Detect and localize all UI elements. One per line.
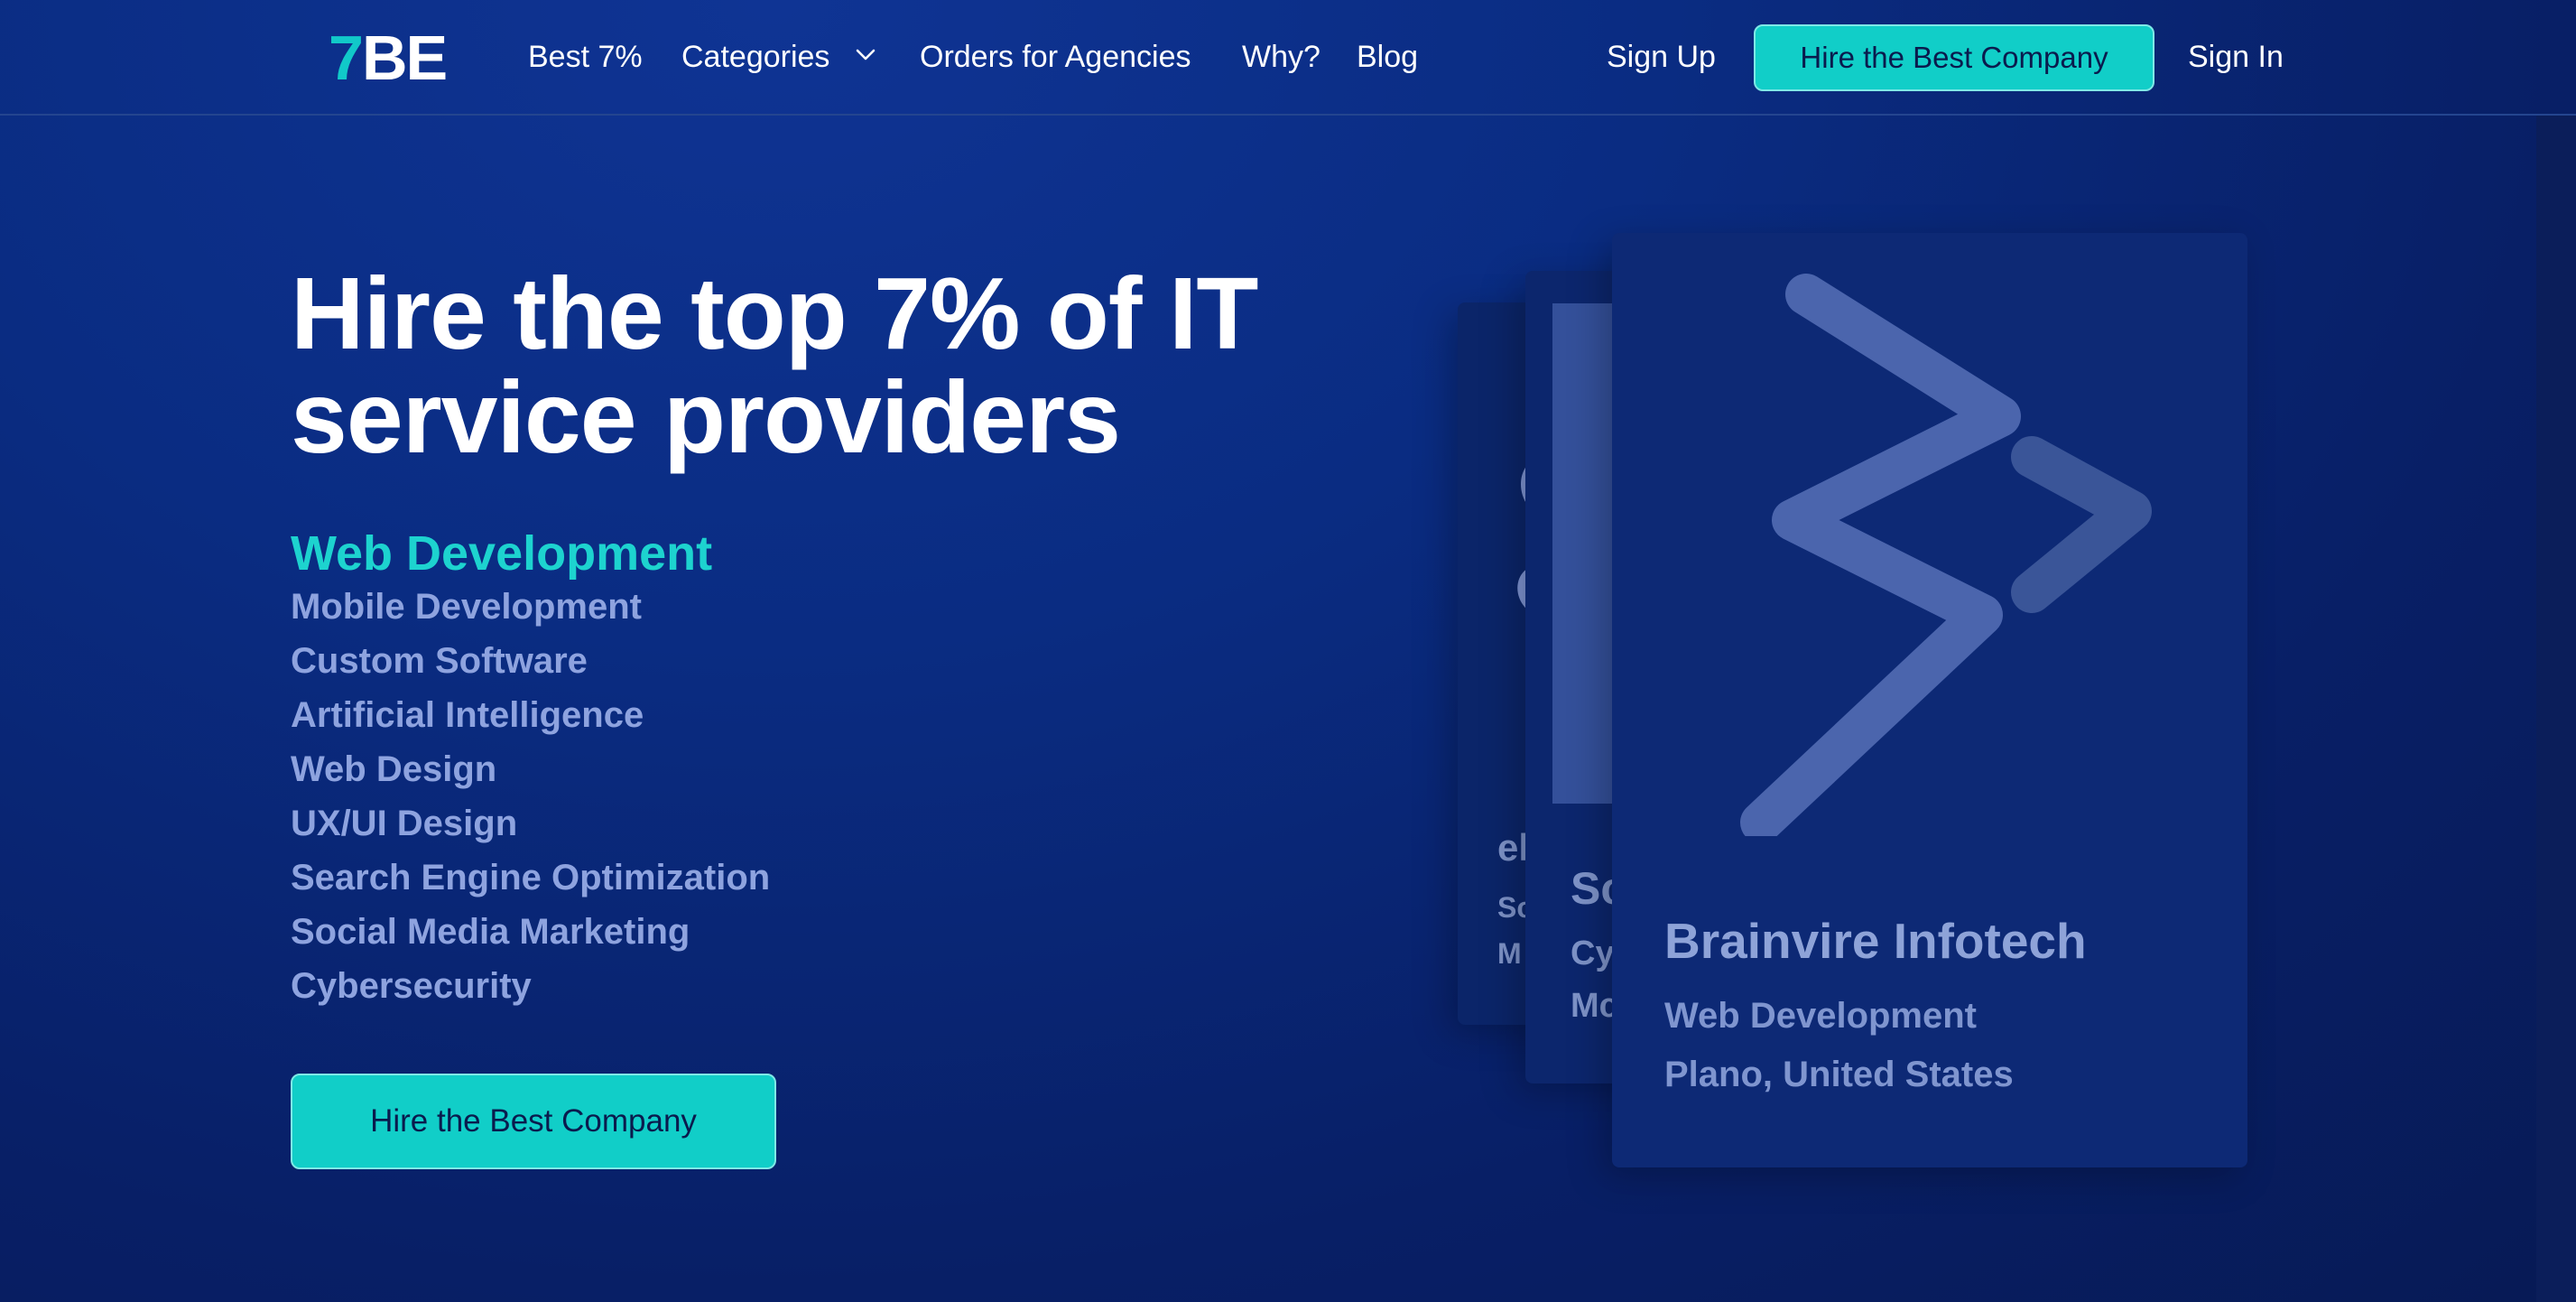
category-item[interactable]: Artificial Intelligence bbox=[291, 688, 770, 742]
logo-be: BE bbox=[361, 23, 448, 93]
company-card-brainvire[interactable]: Brainvire Infotech Web Development Plano… bbox=[1612, 233, 2247, 1167]
hero-title-line-1: Hire the top 7% of IT bbox=[291, 256, 1258, 370]
card-location-fragment: Mc bbox=[1571, 987, 1618, 1025]
nav-categories[interactable]: Categories bbox=[681, 36, 829, 78]
category-item[interactable]: Search Engine Optimization bbox=[291, 851, 770, 905]
hire-best-company-button[interactable]: Hire the Best Company bbox=[291, 1074, 776, 1169]
category-item[interactable]: Web Design bbox=[291, 742, 770, 796]
hero-title: Hire the top 7% of IT service providers bbox=[291, 262, 1374, 470]
company-category: Web Development bbox=[1664, 996, 1977, 1036]
page-scrollbar[interactable] bbox=[2536, 116, 2576, 1302]
category-item[interactable]: Mobile Development bbox=[291, 580, 770, 634]
company-name: Brainvire Infotech bbox=[1664, 913, 2087, 969]
category-item[interactable]: UX/UI Design bbox=[291, 796, 770, 851]
company-image bbox=[1552, 303, 1616, 804]
card-category-fragment: Cy bbox=[1571, 935, 1615, 972]
nav-blog[interactable]: Blog bbox=[1357, 36, 1418, 78]
hire-best-company-button-header[interactable]: Hire the Best Company bbox=[1754, 24, 2154, 91]
nav-best-7[interactable]: Best 7% bbox=[528, 36, 643, 78]
top-navbar: 7BE Best 7% Categories Orders for Agenci… bbox=[0, 0, 2576, 116]
category-item[interactable]: Social Media Marketing bbox=[291, 905, 770, 959]
category-list: Mobile Development Custom Software Artif… bbox=[291, 580, 770, 1013]
card-location-fragment: M bbox=[1497, 937, 1522, 970]
logo-seven: 7 bbox=[329, 23, 364, 93]
brainvire-logo-icon bbox=[1740, 274, 2152, 836]
company-location: Plano, United States bbox=[1664, 1055, 2014, 1094]
site-logo[interactable]: 7BE bbox=[329, 23, 448, 93]
card-name-fragment: el bbox=[1497, 826, 1530, 869]
chevron-down-icon[interactable] bbox=[854, 43, 877, 67]
category-item[interactable]: Custom Software bbox=[291, 634, 770, 688]
nav-why[interactable]: Why? bbox=[1242, 36, 1320, 78]
hero-title-line-2: service providers bbox=[291, 360, 1121, 474]
nav-orders-for-agencies[interactable]: Orders for Agencies bbox=[920, 36, 1191, 78]
category-item[interactable]: Cybersecurity bbox=[291, 959, 770, 1013]
category-active[interactable]: Web Development bbox=[291, 524, 712, 583]
sign-in-link[interactable]: Sign In bbox=[2188, 36, 2284, 78]
sign-up-link[interactable]: Sign Up bbox=[1607, 36, 1716, 78]
